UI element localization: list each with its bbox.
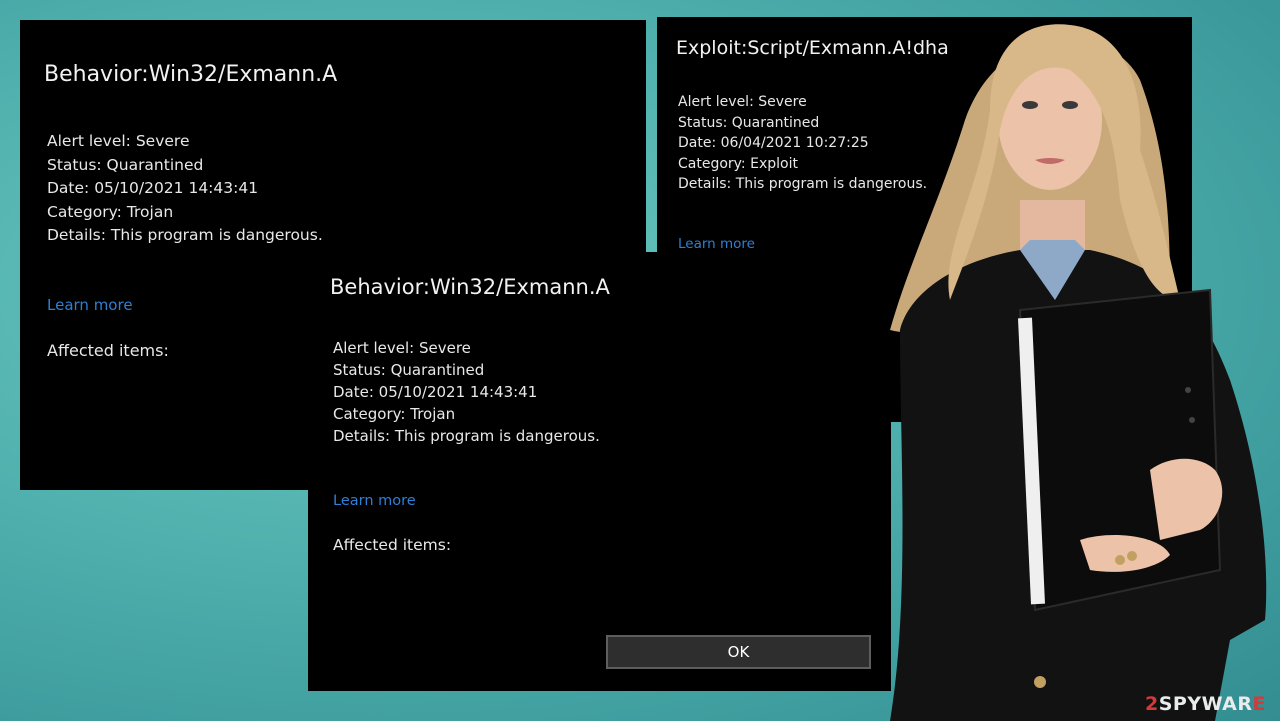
- date: Date: 05/10/2021 14:43:41: [333, 383, 538, 401]
- blazer-button: [1034, 676, 1046, 688]
- learn-more-link[interactable]: Learn more: [678, 236, 755, 252]
- threat-title: Behavior:Win32/Exmann.A: [44, 62, 338, 87]
- threat-fields: Alert level: Severe Status: Quarantined …: [333, 337, 600, 447]
- blazer-button: [1115, 555, 1125, 565]
- threat-dialog-behavior-front: Behavior:Win32/Exmann.A Alert level: Sev…: [308, 252, 891, 691]
- threat-title: Behavior:Win32/Exmann.A: [330, 275, 610, 299]
- status: Status: Quarantined: [333, 361, 485, 379]
- alert-level: Alert level: Severe: [333, 339, 471, 357]
- affected-items-label: Affected items:: [47, 341, 169, 360]
- category: Category: Trojan: [333, 405, 456, 423]
- status: Status: Quarantined: [47, 155, 204, 174]
- woman-holding-binder-illustration: [890, 24, 1267, 721]
- blazer-button: [1127, 551, 1137, 561]
- eye-right: [1062, 101, 1078, 109]
- date: Date: 05/10/2021 14:43:41: [47, 179, 259, 197]
- details: Details: This program is dangerous.: [47, 226, 323, 244]
- eye-left: [1022, 101, 1038, 109]
- learn-more-link[interactable]: Learn more: [47, 296, 133, 314]
- affected-items-label: Affected items:: [333, 536, 452, 554]
- details: Details: This program is dangerous.: [333, 427, 600, 445]
- category: Category: Trojan: [47, 202, 174, 221]
- alert-level: Alert level: Severe: [47, 132, 190, 150]
- ok-button[interactable]: OK: [606, 635, 871, 669]
- learn-more-link[interactable]: Learn more: [333, 493, 416, 509]
- watermark-logo: 2SPYWARE: [1144, 693, 1266, 715]
- threat-fields: Alert level: Severe Status: Quarantined …: [47, 130, 323, 248]
